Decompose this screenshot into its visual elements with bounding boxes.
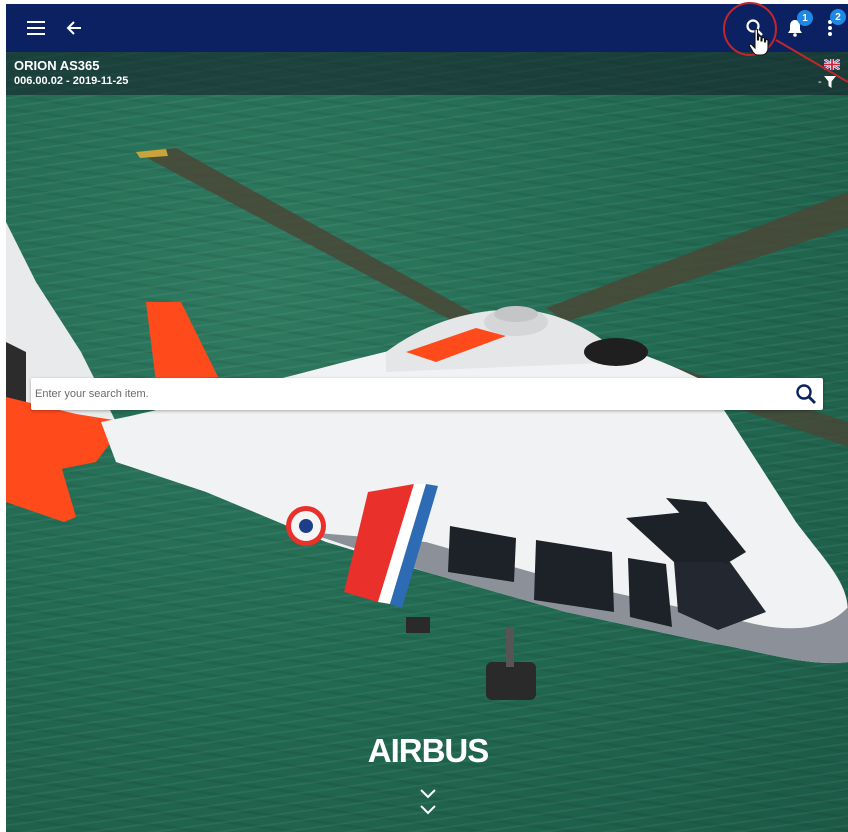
search-submit-button[interactable] xyxy=(793,381,819,407)
hand-pointer-icon xyxy=(748,28,769,56)
more-options-button[interactable]: 2 xyxy=(814,9,846,44)
uk-flag-icon[interactable] xyxy=(824,59,840,70)
notifications-button[interactable]: 1 xyxy=(779,10,813,44)
app-toolbar: 1 2 xyxy=(6,4,848,52)
app-window: 1 2 ORION AS365 006.00.02 - 2019-11-25 - xyxy=(6,4,848,832)
version-label: 006.00.02 - 2019-11-25 xyxy=(14,75,129,87)
search-bar xyxy=(31,378,823,410)
filter-prefix: - xyxy=(818,76,822,88)
menu-icon[interactable] xyxy=(20,12,52,44)
filter-icon xyxy=(823,76,836,88)
helicopter-illustration xyxy=(6,148,848,700)
search-icon xyxy=(796,384,816,404)
double-chevron-down-icon[interactable] xyxy=(416,785,440,819)
filter-button[interactable]: - xyxy=(818,76,836,88)
more-count-badge: 2 xyxy=(830,9,846,25)
arrow-left-icon[interactable] xyxy=(58,12,90,44)
search-input[interactable] xyxy=(31,378,781,410)
hero-image xyxy=(6,52,848,832)
model-title: ORION AS365 xyxy=(14,58,100,73)
document-info-bar: ORION AS365 006.00.02 - 2019-11-25 - xyxy=(6,52,848,95)
notification-count-badge: 1 xyxy=(797,10,813,26)
airbus-logo: AIRBUS xyxy=(367,732,490,769)
